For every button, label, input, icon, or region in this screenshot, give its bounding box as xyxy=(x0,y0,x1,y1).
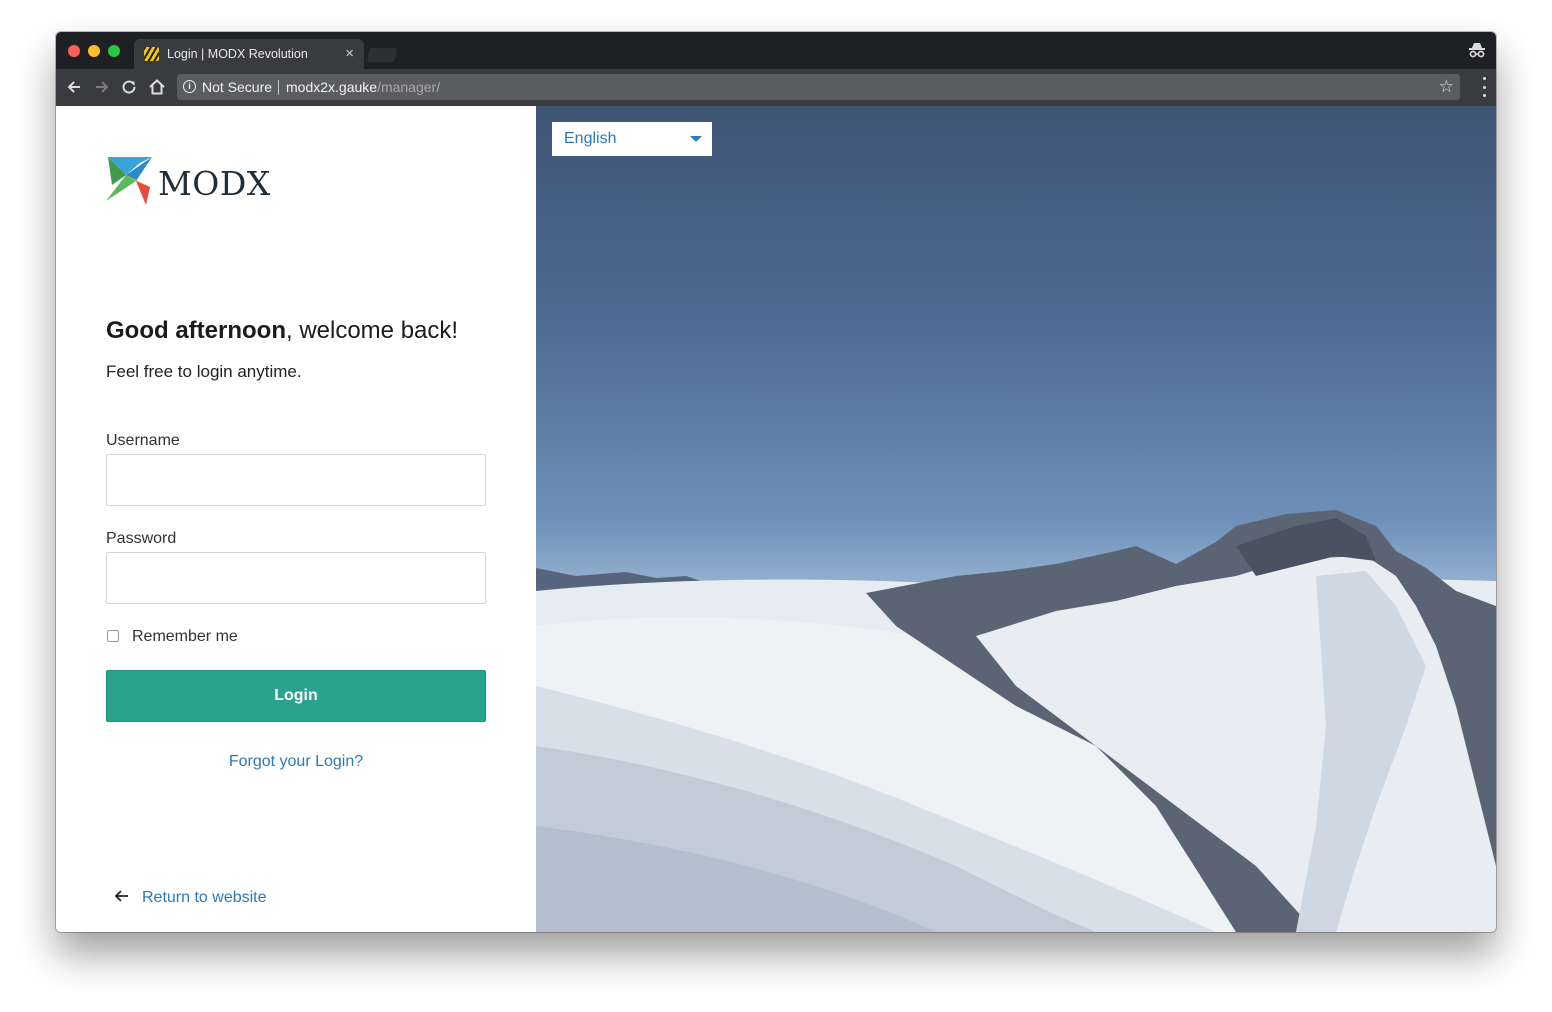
minimize-window-button[interactable] xyxy=(88,45,100,57)
url-text[interactable]: modx2x.gauke/manager/ xyxy=(286,79,440,95)
incognito-icon xyxy=(1469,43,1485,58)
address-bar[interactable]: i Not Secure modx2x.gauke/manager/ ☆ xyxy=(177,74,1460,100)
logo-text: MODX xyxy=(158,164,271,203)
browser-window: Login | MODX Revolution × i Not Secure m… xyxy=(56,32,1496,932)
url-path: /manager/ xyxy=(377,79,441,95)
remember-me-checkbox[interactable] xyxy=(107,630,119,642)
browser-tab[interactable]: Login | MODX Revolution × xyxy=(134,39,364,69)
maximize-window-button[interactable] xyxy=(108,45,120,57)
arrow-left-icon[interactable] xyxy=(113,887,131,905)
username-field[interactable] xyxy=(106,454,486,506)
kebab-menu-icon[interactable] xyxy=(1482,77,1486,97)
reload-icon[interactable] xyxy=(119,77,139,97)
modx-logo: MODX xyxy=(106,155,276,207)
new-tab-button[interactable] xyxy=(366,48,398,62)
caret-down-icon xyxy=(690,136,702,142)
password-label: Password xyxy=(106,530,177,547)
page-content: MODX Good afternoon, welcome back! Feel … xyxy=(56,106,1496,932)
tab-close-icon[interactable]: × xyxy=(345,45,354,62)
security-label[interactable]: Not Secure xyxy=(202,79,272,95)
modx-favicon-icon xyxy=(144,47,159,61)
password-field[interactable] xyxy=(106,552,486,604)
username-label: Username xyxy=(106,432,180,449)
tab-title: Login | MODX Revolution xyxy=(167,47,308,61)
arrow-right-icon[interactable] xyxy=(92,77,112,97)
return-to-website-link[interactable]: Return to website xyxy=(142,889,267,907)
page-title: Good afternoon, welcome back! xyxy=(106,317,458,345)
language-select[interactable]: English xyxy=(552,122,712,156)
language-select-value: English xyxy=(564,130,617,147)
login-button[interactable]: Login xyxy=(106,670,486,722)
tab-strip: Login | MODX Revolution × xyxy=(56,32,1496,69)
mountain-landscape-image xyxy=(536,510,1496,932)
browser-toolbar: i Not Secure modx2x.gauke/manager/ ☆ xyxy=(56,69,1496,106)
greeting-bold: Good afternoon xyxy=(106,317,286,344)
arrow-left-icon[interactable] xyxy=(64,77,84,97)
remember-me-label[interactable]: Remember me xyxy=(132,628,238,646)
forgot-login-link[interactable]: Forgot your Login? xyxy=(106,753,486,771)
close-window-button[interactable] xyxy=(68,45,80,57)
login-panel: MODX Good afternoon, welcome back! Feel … xyxy=(56,106,536,932)
url-host: modx2x.gauke xyxy=(286,79,378,95)
login-subtext: Feel free to login anytime. xyxy=(106,362,302,381)
address-separator xyxy=(278,80,279,95)
background-photo: English xyxy=(536,106,1496,932)
home-icon[interactable] xyxy=(147,77,167,97)
modx-logo-icon xyxy=(106,157,152,205)
info-icon[interactable]: i xyxy=(183,80,196,93)
star-icon[interactable]: ☆ xyxy=(1439,77,1454,97)
greeting-rest: , welcome back! xyxy=(285,317,459,344)
